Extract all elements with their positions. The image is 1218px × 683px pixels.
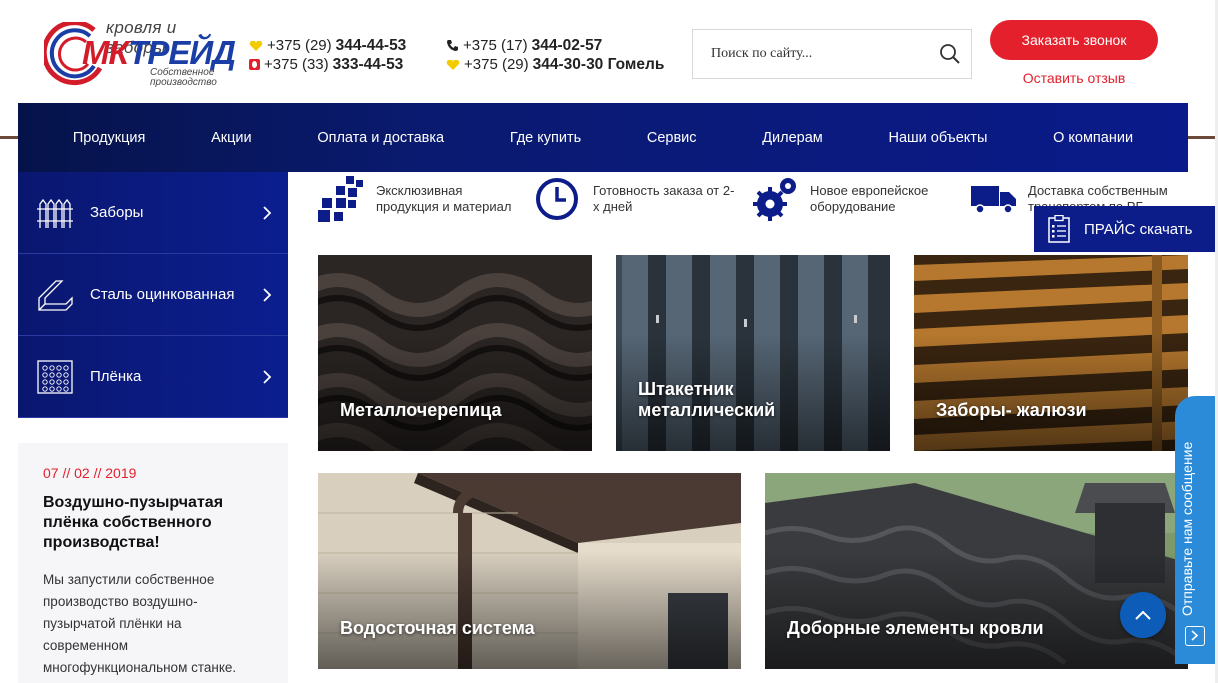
chevron-up-icon — [1135, 610, 1151, 620]
velcom-heart-icon — [249, 40, 263, 51]
fence-icon — [37, 198, 73, 228]
chevron-right-icon — [263, 288, 272, 302]
product-tile-label: Штакетник металлический — [638, 379, 776, 420]
phones-city: +375 (17) 344-02-57 +375 (29) 344-30-30 … — [446, 36, 664, 74]
nav-item-products[interactable]: Продукция — [73, 130, 146, 146]
news-text: Мы запустили собственное производство во… — [43, 572, 237, 675]
nav-item-promotions[interactable]: Акции — [211, 130, 252, 146]
order-call-button[interactable]: Заказать звонок — [990, 20, 1158, 60]
send-message-label: Отправьте нам сообщение — [1179, 441, 1195, 616]
message-box-icon — [1185, 626, 1205, 646]
sidebar-item-fences[interactable]: Заборы — [18, 172, 288, 254]
product-tile-gutter-system[interactable]: Водосточная система — [318, 473, 741, 669]
sidebar-item-film[interactable]: Плёнка — [18, 336, 288, 418]
phone-velcom[interactable]: +375 (29) 344-44-53 — [249, 36, 406, 55]
mts-icon — [249, 59, 260, 70]
price-download-button[interactable]: ПРАЙС скачать — [1034, 206, 1215, 252]
feature-equipment: Новое европейское оборудование — [752, 176, 952, 222]
send-message-tab[interactable]: Отправьте нам сообщение — [1175, 396, 1215, 664]
search-input[interactable] — [693, 30, 933, 78]
chevron-right-icon — [263, 206, 272, 220]
product-tile-label: Заборы- жалюзи — [936, 400, 1087, 420]
phone-icon — [447, 40, 458, 51]
leave-review-link[interactable]: Оставить отзыв — [990, 70, 1158, 86]
search-box — [692, 29, 972, 79]
squares-icon — [318, 176, 363, 222]
product-tile-roof-elements[interactable]: Доборные элементы кровли — [765, 473, 1188, 669]
nav-item-dealers[interactable]: Дилерам — [762, 130, 823, 146]
logo-subtitle: Собственное производство — [150, 67, 217, 88]
nav-item-about[interactable]: О компании — [1053, 130, 1133, 146]
sidebar-item-galvanized-steel[interactable]: Сталь оцинкованная — [18, 254, 288, 336]
product-tile-picket-fence[interactable]: Штакетник металлический — [616, 255, 890, 451]
logo[interactable]: кровля и заборы МКТРЕЙД Собственное прои… — [44, 14, 236, 90]
velcom-heart-icon — [446, 59, 460, 70]
product-tile-label: Металлочерепица — [340, 400, 502, 420]
nav-item-payment-delivery[interactable]: Оплата и доставка — [317, 130, 444, 146]
product-tile-label: Доборные элементы кровли — [787, 618, 1044, 638]
feature-text: Эксклюзивная продукция и материал — [376, 183, 512, 214]
nav-item-service[interactable]: Сервис — [647, 130, 697, 146]
nav-item-where-to-buy[interactable]: Где купить — [510, 130, 581, 146]
nav-item-our-objects[interactable]: Наши объекты — [888, 130, 987, 146]
phone-mts[interactable]: +375 (33) 333-44-53 — [249, 55, 406, 74]
clipboard-icon — [1048, 215, 1070, 243]
phone-gomel[interactable]: +375 (29) 344-30-30 Гомель — [446, 55, 664, 74]
main-nav: Продукция Акции Оплата и доставка Где ку… — [18, 103, 1188, 172]
feature-readiness: Готовность заказа от 2-х дней — [535, 176, 740, 222]
gears-icon — [753, 178, 796, 221]
chevron-right-icon — [263, 370, 272, 384]
feature-exclusive: Эксклюзивная продукция и материал — [318, 176, 518, 222]
sidebar-item-label: Заборы — [90, 204, 144, 221]
sidebar-item-label: Сталь оцинкованная — [90, 286, 235, 303]
truck-icon — [971, 186, 1016, 214]
news-date: 07 // 02 // 2019 — [43, 465, 137, 481]
product-tile-label: Водосточная система — [340, 618, 535, 638]
scroll-to-top-button[interactable] — [1120, 592, 1166, 638]
feature-text: Новое европейское оборудование — [810, 183, 929, 214]
product-tile-jalousie-fence[interactable]: Заборы- жалюзи — [914, 255, 1188, 451]
clock-icon — [536, 178, 578, 220]
film-icon — [37, 359, 73, 394]
news-card: 07 // 02 // 2019 Воздушно-пузырчатая плё… — [18, 443, 288, 683]
sidebar-categories: Заборы Сталь оцинкованная Плёнка — [18, 172, 288, 418]
feature-text: Готовность заказа от 2-х дней — [593, 183, 735, 214]
sidebar-item-label: Плёнка — [90, 368, 142, 385]
product-tile-metal-tile[interactable]: Металлочерепица — [318, 255, 592, 451]
phone-city[interactable]: +375 (17) 344-02-57 — [446, 36, 664, 55]
search-icon[interactable] — [939, 43, 961, 65]
phones-mobile: +375 (29) 344-44-53 +375 (33) 333-44-53 — [249, 36, 406, 74]
news-title[interactable]: Воздушно-пузырчатая плёнка собственного … — [43, 493, 264, 553]
steel-angle-icon — [38, 279, 73, 311]
